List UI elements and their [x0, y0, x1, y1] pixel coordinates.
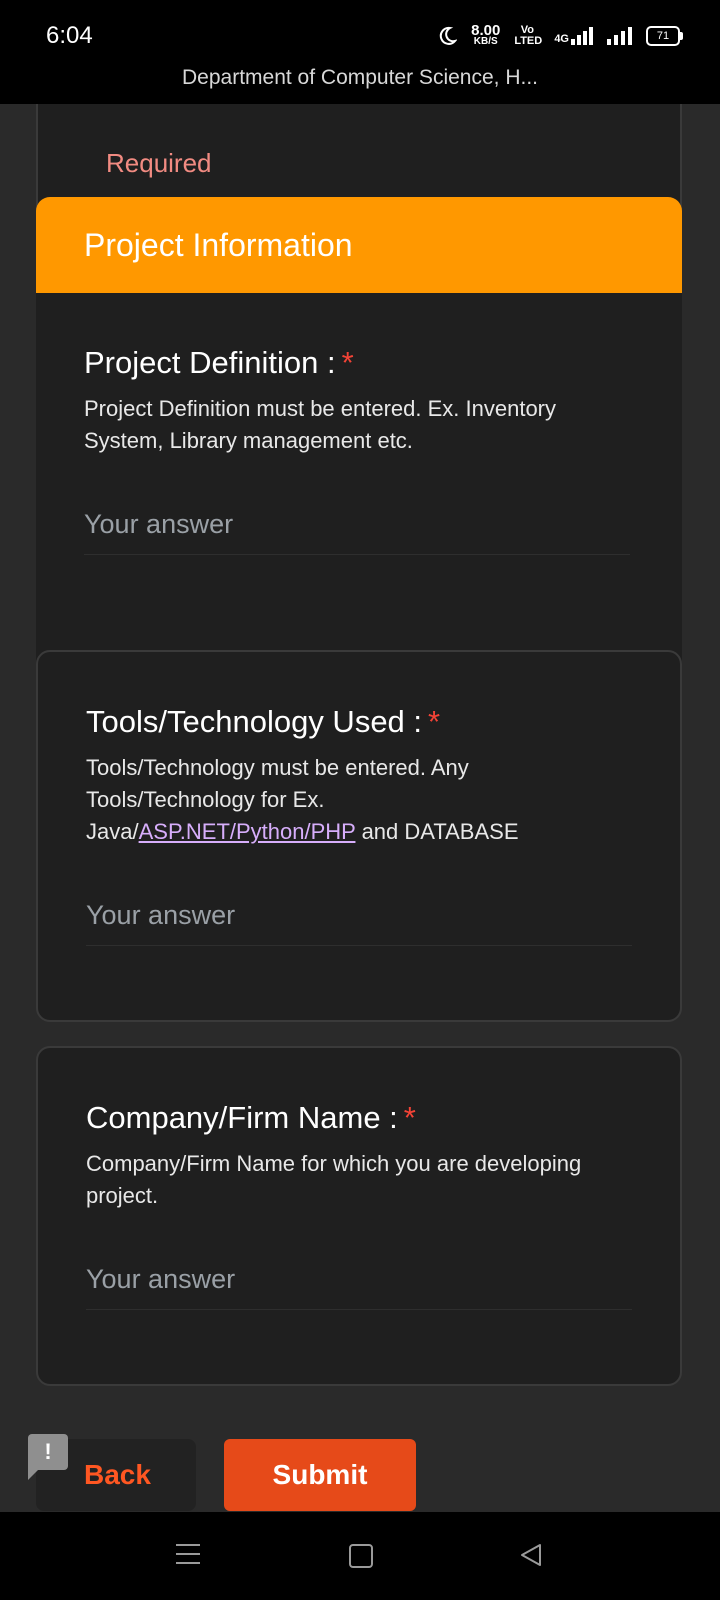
required-star: * [341, 345, 354, 380]
question-title: Company/Firm Name : * [86, 1100, 416, 1135]
battery-icon: 71 [646, 26, 683, 46]
signal-4g-icon: 4G [554, 27, 593, 45]
system-nav-bar [0, 1512, 720, 1600]
question-card-company: Company/Firm Name : * Company/Firm Name f… [36, 1046, 682, 1386]
question-title: Project Definition : * [84, 345, 354, 380]
volte-indicator: Vo LTED [514, 24, 543, 47]
status-time: 6:04 [46, 22, 93, 49]
tech-link[interactable]: ASP.NET/Python/PHP [139, 819, 356, 844]
answer-input[interactable]: Your answer [84, 509, 630, 555]
question-card-tools: Tools/Technology Used : * Tools/Technolog… [36, 650, 682, 1022]
question-description: Tools/Technology must be entered. Any To… [86, 755, 519, 844]
submit-button[interactable]: Submit [224, 1439, 416, 1511]
question-company-name: Company/Firm Name : * Company/Firm Name f… [86, 1100, 632, 1310]
form-actions: Back ! Submit [0, 1406, 720, 1512]
question-description: Project Definition must be entered. Ex. … [84, 396, 557, 453]
page-title: Department of Computer Science, H... [182, 66, 538, 89]
required-star: * [428, 704, 441, 739]
back-nav-icon[interactable] [518, 1542, 544, 1568]
network-speed: 8.00 KB/S [471, 22, 501, 47]
answer-input[interactable]: Your answer [86, 1264, 632, 1310]
status-icons: 8.00 KB/S Vo LTED 4G 71 [437, 20, 683, 52]
status-bar: 6:04 8.00 KB/S Vo LTED 4G 71 Department … [0, 0, 720, 104]
question-project-definition: Project Definition : * Project Definition… [84, 345, 634, 555]
question-description: Company/Firm Name for which you are deve… [86, 1151, 582, 1208]
question-title: Tools/Technology Used : * [86, 704, 441, 739]
moon-icon [439, 26, 458, 45]
answer-input[interactable]: Your answer [86, 900, 632, 946]
menu-icon[interactable] [176, 1544, 200, 1564]
section-title: Project Information [84, 226, 353, 263]
question-tools-technology: Tools/Technology Used : * Tools/Technolog… [86, 704, 632, 946]
home-icon[interactable] [349, 1544, 373, 1568]
section-header: Project Information [36, 197, 682, 293]
form-content: Required Project Information Project Def… [0, 104, 720, 1512]
required-error: Required [106, 148, 212, 178]
feedback-icon[interactable]: ! [28, 1434, 68, 1480]
required-star: * [403, 1100, 416, 1135]
signal-icon [607, 27, 632, 45]
